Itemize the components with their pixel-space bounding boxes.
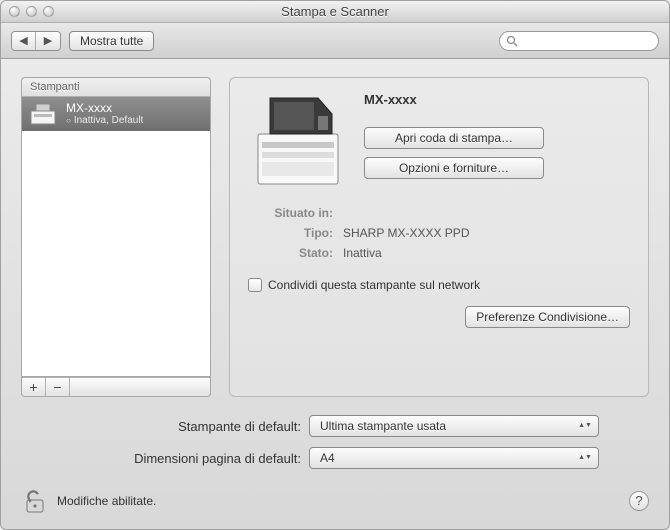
default-paper-value: A4	[320, 451, 335, 465]
default-printer-popup[interactable]: Ultima stampante usata ▲▼	[309, 415, 599, 437]
printer-image	[248, 92, 348, 192]
location-label: Situato in:	[248, 206, 343, 220]
close-button[interactable]	[9, 6, 20, 17]
minimize-button[interactable]	[26, 6, 37, 17]
default-paper-popup[interactable]: A4 ▲▼	[309, 447, 599, 469]
search-icon	[506, 35, 518, 47]
list-item-status: Inattiva, Default	[66, 115, 143, 127]
printer-name: MX-xxxx	[364, 92, 630, 107]
printers-list[interactable]: MX-xxxx Inattiva, Default	[21, 97, 211, 377]
printer-icon	[28, 101, 58, 127]
list-footer: + −	[21, 377, 211, 397]
list-item-texts: MX-xxxx Inattiva, Default	[66, 101, 143, 127]
window-title: Stampa e Scanner	[1, 4, 669, 19]
detail-right: MX-xxxx Apri coda di stampa… Opzioni e f…	[364, 92, 630, 192]
sharing-prefs-button[interactable]: Preferenze Condivisione…	[465, 306, 630, 328]
show-all-button[interactable]: Mostra tutte	[69, 31, 154, 51]
footer: Modifiche abilitate. ?	[1, 479, 669, 529]
list-item[interactable]: MX-xxxx Inattiva, Default	[22, 97, 210, 131]
search-field[interactable]	[499, 31, 659, 51]
type-label: Tipo:	[248, 226, 343, 240]
panels: Stampanti MX-xxxx Inattiva, Default	[21, 77, 649, 397]
list-item-name: MX-xxxx	[66, 101, 143, 115]
forward-button[interactable]: ▶	[36, 32, 60, 50]
share-checkbox[interactable]	[248, 278, 262, 292]
toolbar: ◀ ▶ Mostra tutte	[1, 23, 669, 59]
detail-top: MX-xxxx Apri coda di stampa… Opzioni e f…	[248, 92, 630, 192]
content: Stampanti MX-xxxx Inattiva, Default	[1, 59, 669, 479]
back-button[interactable]: ◀	[12, 32, 36, 50]
sharing-prefs-row: Preferenze Condivisione…	[248, 306, 630, 328]
state-value: Inattiva	[343, 246, 630, 260]
add-printer-button[interactable]: +	[22, 378, 46, 396]
remove-printer-button[interactable]: −	[46, 378, 70, 396]
printer-meta: Situato in: Tipo: SHARP MX-XXXX PPD Stat…	[248, 206, 630, 260]
zoom-button[interactable]	[43, 6, 54, 17]
share-label: Condividi questa stampante sul network	[268, 278, 480, 292]
lock-icon[interactable]	[21, 487, 49, 515]
nav-segmented: ◀ ▶	[11, 31, 61, 51]
type-value: SHARP MX-XXXX PPD	[343, 226, 630, 240]
default-printer-value: Ultima stampante usata	[320, 419, 446, 433]
share-row: Condividi questa stampante sul network	[248, 278, 630, 292]
printers-sidebar: Stampanti MX-xxxx Inattiva, Default	[21, 77, 211, 397]
help-button[interactable]: ?	[629, 491, 649, 511]
chevron-updown-icon: ▲▼	[578, 455, 592, 461]
state-label: Stato:	[248, 246, 343, 260]
titlebar: Stampa e Scanner	[1, 1, 669, 23]
location-value	[343, 206, 630, 220]
open-queue-button[interactable]: Apri coda di stampa…	[364, 127, 544, 149]
defaults-section: Stampante di default: Ultima stampante u…	[21, 415, 649, 469]
options-supplies-button[interactable]: Opzioni e forniture…	[364, 157, 544, 179]
sidebar-header: Stampanti	[21, 77, 211, 97]
traffic-lights	[9, 6, 54, 17]
default-paper-label: Dimensioni pagina di default:	[21, 451, 301, 466]
chevron-updown-icon: ▲▼	[578, 423, 592, 429]
default-printer-label: Stampante di default:	[21, 419, 301, 434]
printer-detail-panel: MX-xxxx Apri coda di stampa… Opzioni e f…	[229, 77, 649, 397]
prefpane-window: Stampa e Scanner ◀ ▶ Mostra tutte Stampa…	[0, 0, 670, 530]
search-input[interactable]	[522, 35, 652, 47]
lock-text: Modifiche abilitate.	[57, 494, 156, 508]
